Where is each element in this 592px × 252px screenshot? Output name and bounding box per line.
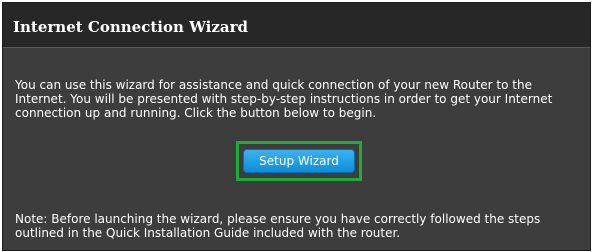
panel-header: Internet Connection Wizard bbox=[3, 3, 590, 48]
wizard-panel: Internet Connection Wizard You can use t… bbox=[2, 2, 591, 251]
page-frame: Internet Connection Wizard You can use t… bbox=[0, 0, 592, 252]
wizard-description: You can use this wizard for assistance a… bbox=[15, 78, 553, 120]
wizard-note: Note: Before launching the wizard, pleas… bbox=[15, 212, 541, 240]
wizard-button-highlight: Setup Wizard bbox=[236, 141, 362, 181]
panel-title: Internet Connection Wizard bbox=[13, 18, 248, 36]
setup-wizard-button[interactable]: Setup Wizard bbox=[243, 149, 355, 173]
